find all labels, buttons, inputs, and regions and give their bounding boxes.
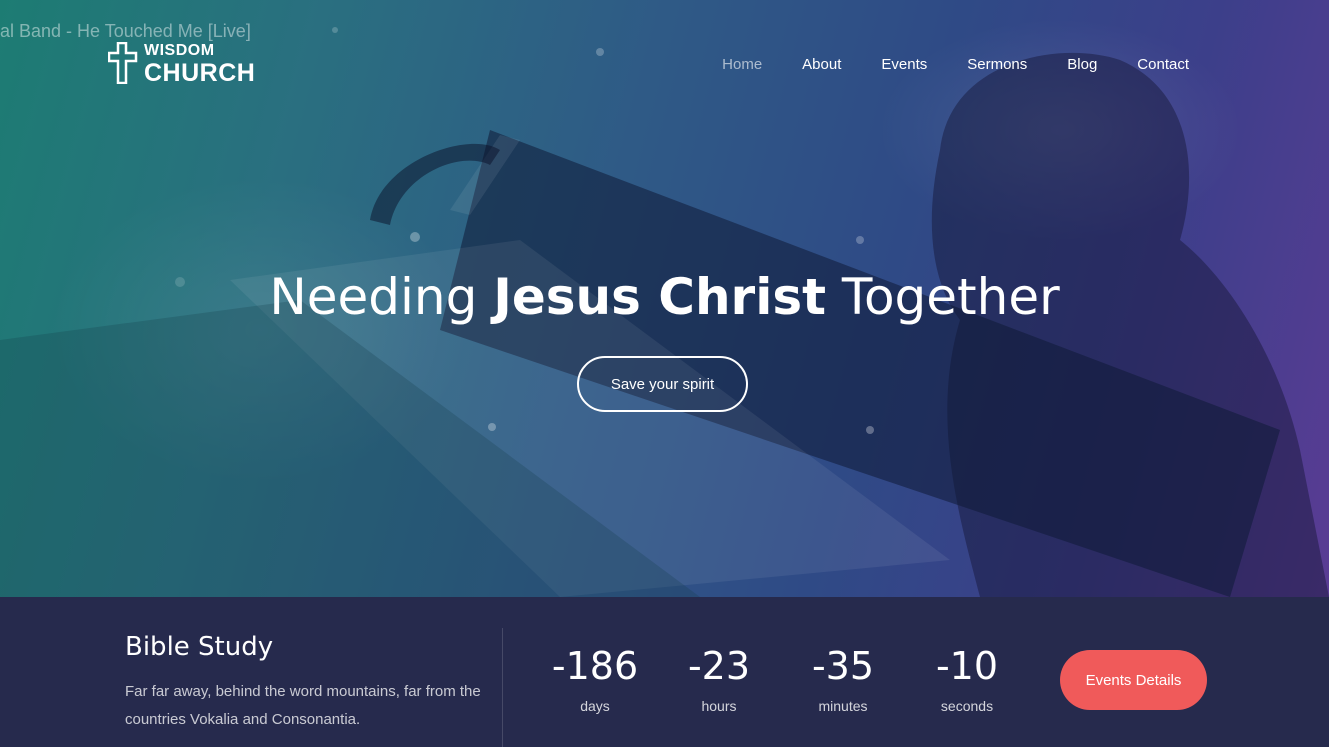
countdown-minutes-label: minutes <box>818 698 868 714</box>
headline-post: Together <box>826 268 1060 326</box>
nav-item-sermons[interactable]: Sermons <box>947 56 1047 73</box>
events-details-button[interactable]: Events Details <box>1060 650 1207 710</box>
countdown-seconds: -10 seconds <box>912 644 1022 714</box>
countdown-seconds-value: -10 <box>935 644 999 688</box>
hero-section: al Band - He Touched Me [Live] WISDOM CH… <box>0 0 1329 597</box>
countdown-seconds-label: seconds <box>940 698 994 714</box>
nav-item-contact[interactable]: Contact <box>1117 56 1209 73</box>
countdown-minutes-value: -35 <box>811 644 875 688</box>
main-nav: Home About Events Sermons Blog Contact <box>702 56 1209 73</box>
countdown-hours-value: -23 <box>687 644 751 688</box>
countdown-hours-label: hours <box>701 698 737 714</box>
countdown-days-label: days <box>580 698 610 714</box>
event-description: Far far away, behind the word mountains,… <box>125 683 481 728</box>
logo-text-line1: WISDOM <box>144 42 215 59</box>
nav-item-blog[interactable]: Blog <box>1047 56 1117 73</box>
countdown-days: -186 days <box>540 644 650 714</box>
countdown-minutes: -35 minutes <box>788 644 898 714</box>
headline-bold: Jesus Christ <box>493 268 827 326</box>
video-title-overlay: al Band - He Touched Me [Live] <box>0 21 251 41</box>
countdown-days-value: -186 <box>551 644 639 688</box>
nav-item-home[interactable]: Home <box>702 56 782 73</box>
event-title: Bible Study <box>125 632 274 662</box>
save-your-spirit-button[interactable]: Save your spirit <box>577 356 748 412</box>
nav-item-events[interactable]: Events <box>861 56 947 73</box>
headline-pre: Needing <box>269 268 494 326</box>
logo-text-line2: CHURCH <box>144 59 256 87</box>
countdown-hours: -23 hours <box>664 644 774 714</box>
cross-icon <box>108 42 138 84</box>
hero-headline: Needing Jesus Christ Together <box>0 268 1329 326</box>
nav-item-about[interactable]: About <box>782 56 861 73</box>
divider <box>502 628 503 747</box>
logo[interactable]: WISDOM CHURCH <box>108 42 278 87</box>
